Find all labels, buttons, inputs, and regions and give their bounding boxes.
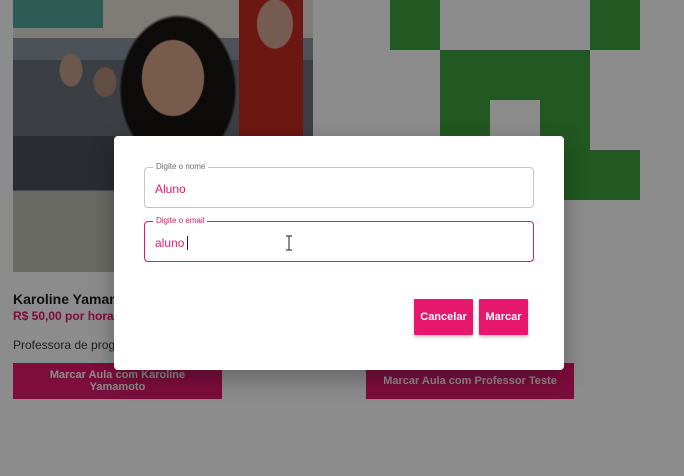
- text-cursor-icon: [286, 235, 292, 251]
- booking-dialog: Digite o nome Digite o email Cancelar Ma…: [114, 136, 564, 370]
- email-field[interactable]: Digite o email: [144, 216, 534, 262]
- email-field-label: Digite o email: [153, 216, 208, 226]
- email-input[interactable]: [155, 234, 515, 252]
- confirm-booking-button[interactable]: Marcar: [479, 299, 528, 335]
- name-field-label: Digite o nome: [153, 162, 209, 172]
- text-caret: [187, 236, 188, 250]
- cancel-button[interactable]: Cancelar: [414, 299, 473, 335]
- name-field[interactable]: Digite o nome: [144, 162, 534, 208]
- name-input[interactable]: [155, 180, 515, 198]
